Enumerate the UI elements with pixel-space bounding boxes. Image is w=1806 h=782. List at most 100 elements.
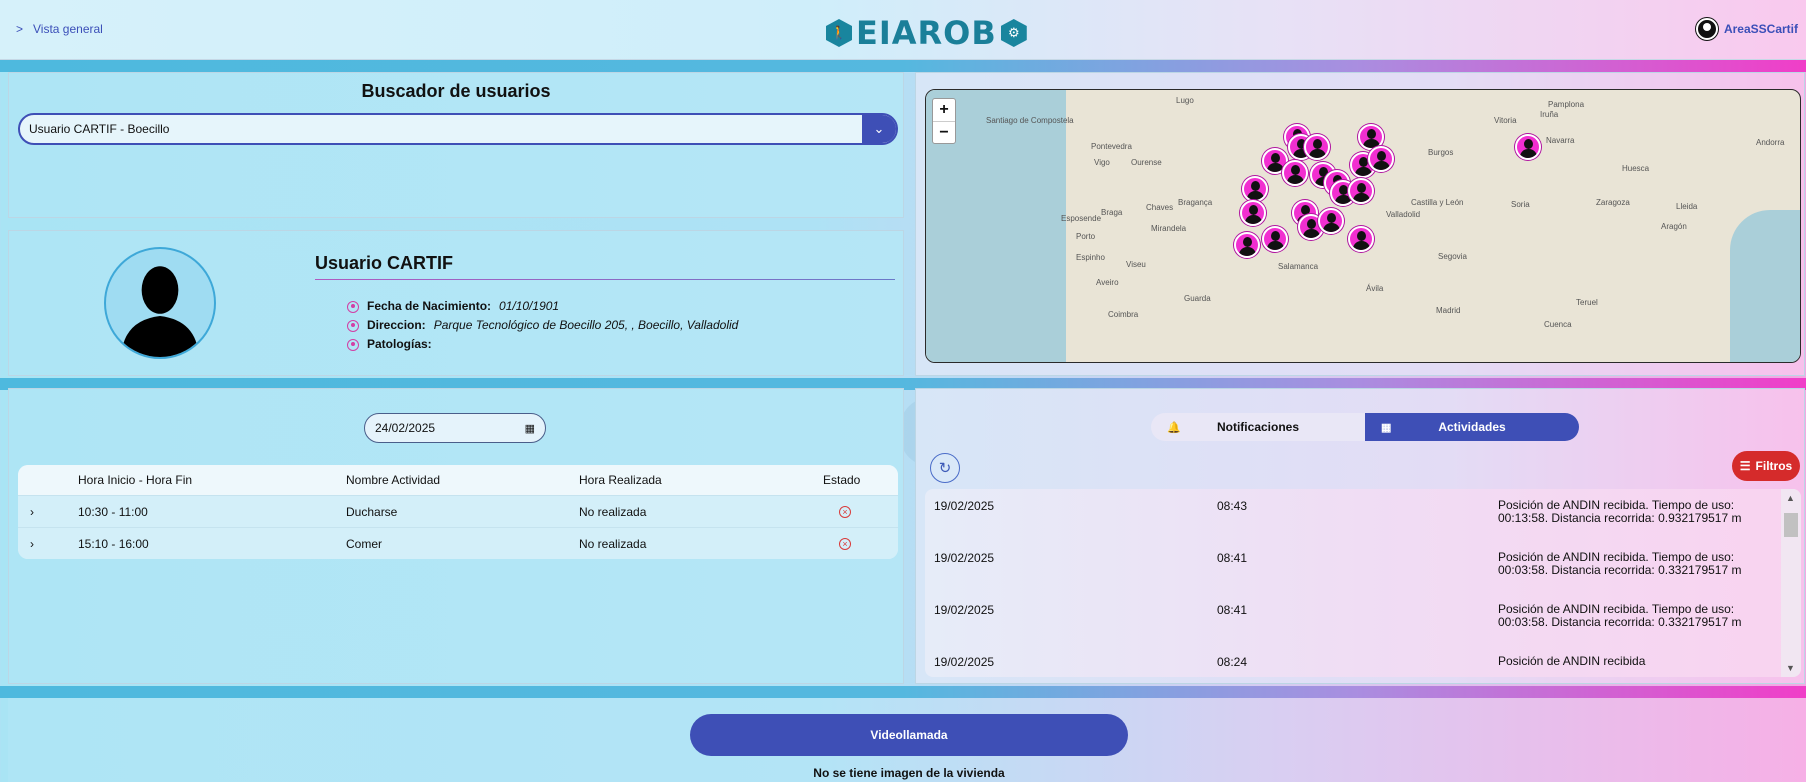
map-marker[interactable] [1262, 226, 1288, 252]
user-icon [1695, 18, 1718, 40]
no-image-text: No se tiene imagen de la vivienda [813, 766, 1005, 780]
cell-name: Comer [346, 536, 383, 551]
map-card: Santiago de Compostela Lugo Ourense Pont… [915, 72, 1805, 376]
date-picker[interactable]: 24/02/2025 ▦ [364, 413, 546, 443]
map-marker[interactable] [1282, 160, 1308, 186]
stripe [0, 686, 1806, 698]
refresh-button[interactable]: ↻ [930, 453, 960, 483]
field-label: Patologías: [367, 337, 432, 351]
map-label: Aveiro [1096, 278, 1119, 287]
map-label: Vitoria [1494, 116, 1517, 125]
map-label: Madrid [1436, 306, 1461, 315]
map-marker[interactable] [1368, 146, 1394, 172]
bullet-icon [347, 300, 359, 313]
map-marker[interactable] [1318, 208, 1344, 234]
item-date: 19/02/2025 [934, 655, 995, 669]
cell-time: 15:10 - 16:00 [78, 536, 149, 551]
column-header: Estado [823, 473, 861, 487]
profile-name: Usuario CARTIF [315, 253, 454, 273]
table-row[interactable]: › 15:10 - 16:00 Comer No realizada × [18, 527, 898, 559]
walking-person-icon: 🚶 [826, 19, 852, 47]
map-label: Esposende [1061, 214, 1102, 223]
map-label: Santiago de Compostela [986, 116, 1074, 125]
map-label: Soria [1511, 200, 1530, 209]
map-marker[interactable] [1242, 176, 1268, 202]
map-label: Segovia [1438, 252, 1467, 261]
tab-notifications[interactable]: 🔔 Notificaciones [1151, 413, 1365, 441]
status-cell: × [813, 537, 898, 550]
tab-label: Actividades [1438, 420, 1506, 434]
item-date: 19/02/2025 [934, 551, 995, 565]
chevron-down-icon[interactable]: ⌄ [862, 115, 896, 143]
breadcrumb-label[interactable]: Vista general [33, 22, 103, 36]
tab-activities[interactable]: ▦ Actividades [1365, 413, 1579, 441]
field-label: Direccion: [367, 318, 426, 332]
notification-list[interactable]: 19/02/2025 08:43 Posición de ANDIN recib… [925, 489, 1801, 677]
column-header: Hora Inicio - Hora Fin [78, 473, 193, 487]
map-label: Chaves [1146, 203, 1174, 212]
user-silhouette-icon [121, 266, 199, 357]
profile-card: Usuario CARTIF Fecha de Nacimiento: 01/1… [8, 230, 904, 376]
map-marker[interactable] [1234, 232, 1260, 258]
avatar [104, 247, 216, 359]
profile-info: Fecha de Nacimiento: 01/10/1901 Direccio… [347, 297, 738, 354]
zoom-control: + − [932, 98, 956, 144]
user-menu[interactable]: AreaSSCartif [1695, 18, 1798, 40]
chevron-right-icon: > [16, 22, 24, 36]
map-label: Coimbra [1108, 310, 1139, 319]
item-date: 19/02/2025 [934, 603, 995, 617]
scroll-down-icon[interactable]: ▼ [1786, 663, 1795, 673]
list-item: 19/02/2025 08:41 Posición de ANDIN recib… [925, 593, 1801, 645]
map-marker[interactable] [1515, 134, 1541, 160]
cell-done: No realizada [579, 536, 647, 551]
map-label: Pamplona [1548, 100, 1585, 109]
stripe [0, 60, 1806, 72]
map-label: Teruel [1576, 298, 1598, 307]
field-value: Parque Tecnológico de Boecillo 205, , Bo… [433, 318, 739, 332]
map-label: Zaragoza [1596, 198, 1630, 207]
chevron-right-icon[interactable]: › [18, 505, 78, 519]
map-label: Navarra [1546, 136, 1575, 145]
divider [315, 279, 895, 280]
chevron-right-icon[interactable]: › [18, 537, 78, 551]
map-label: Braga [1101, 208, 1123, 217]
logo-text: EIAROB [856, 14, 997, 52]
map[interactable]: Santiago de Compostela Lugo Ourense Pont… [925, 89, 1801, 363]
item-time: 08:41 [1217, 603, 1248, 617]
map-marker[interactable] [1240, 200, 1266, 226]
user-select-value: Usuario CARTIF - Boecillo [29, 122, 170, 136]
map-marker[interactable] [1304, 134, 1330, 160]
map-label: Mirandela [1151, 224, 1187, 233]
user-select[interactable]: Usuario CARTIF - Boecillo ⌄ [18, 113, 898, 145]
map-label: Ourense [1131, 158, 1162, 167]
map-label: Bragança [1178, 198, 1213, 207]
map-label: Ávila [1366, 284, 1384, 293]
calendar-icon: ▦ [1381, 421, 1392, 434]
map-marker[interactable] [1348, 178, 1374, 204]
logo: 🚶 EIAROB ⚙ [826, 14, 1027, 52]
scrollbar-thumb[interactable] [1784, 513, 1798, 537]
calendar-icon: ▦ [524, 422, 535, 435]
field-value: 01/10/1901 [499, 299, 560, 313]
list-item: 19/02/2025 08:41 Posición de ANDIN recib… [925, 541, 1801, 593]
scrollbar[interactable]: ▲ ▼ [1781, 489, 1801, 677]
top-bar: > Vista general 🚶 EIAROB ⚙ AreaSSCartif [0, 0, 1806, 60]
zoom-in-button[interactable]: + [933, 99, 955, 121]
map-label: Andorra [1756, 138, 1785, 147]
view-toggle: 🔔 Notificaciones ▦ Actividades [1151, 413, 1579, 441]
zoom-out-button[interactable]: − [933, 121, 955, 143]
map-label: Guarda [1184, 294, 1211, 303]
filters-button[interactable]: ☰ Filtros [1732, 451, 1800, 481]
field-label: Fecha de Nacimiento: [367, 299, 492, 313]
search-title: Buscador de usuarios [361, 81, 551, 101]
item-message: Posición de ANDIN recibida. Tiempo de us… [1498, 550, 1742, 577]
map-marker[interactable] [1348, 226, 1374, 252]
map-label: Castilla y León [1411, 198, 1464, 207]
pathologies-row: Patologías: [347, 335, 738, 354]
item-message: Posición de ANDIN recibida [1498, 654, 1646, 668]
table-row[interactable]: › 10:30 - 11:00 Ducharse No realizada × [18, 495, 898, 527]
videocall-button[interactable]: Videollamada [690, 714, 1128, 756]
scroll-up-icon[interactable]: ▲ [1786, 493, 1795, 503]
address-row: Direccion: Parque Tecnológico de Boecill… [347, 316, 738, 335]
breadcrumb[interactable]: > Vista general [16, 22, 103, 36]
